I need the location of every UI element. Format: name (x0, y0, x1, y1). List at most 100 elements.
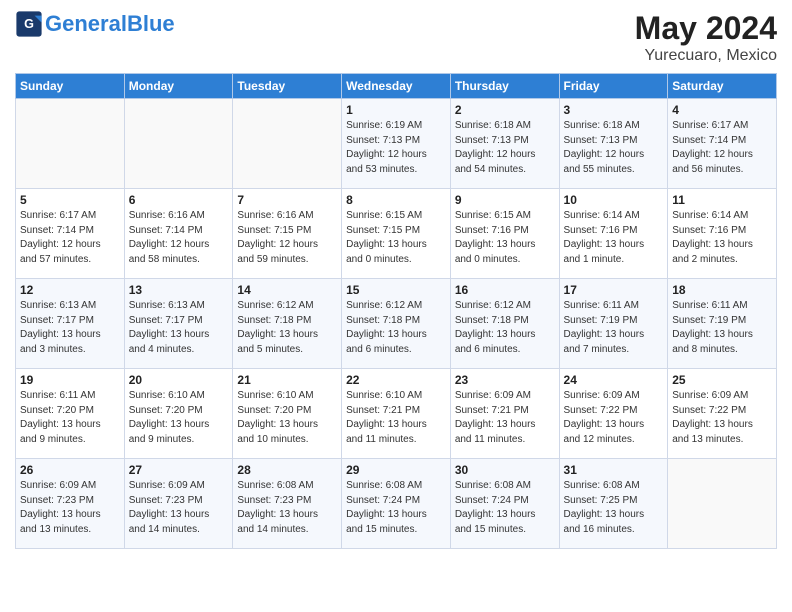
calendar-cell: 19 Sunrise: 6:11 AMSunset: 7:20 PMDayligh… (16, 369, 125, 459)
day-number: 31 (564, 463, 664, 477)
calendar-cell: 2Sunrise: 6:18 AMSunset: 7:13 PMDaylight… (450, 99, 559, 189)
col-tuesday: Tuesday (233, 74, 342, 99)
calendar-cell: 27Sunrise: 6:09 AMSunset: 7:23 PMDayligh… (124, 459, 233, 549)
calendar-cell: 9 Sunrise: 6:15 AMSunset: 7:16 PMDaylight… (450, 189, 559, 279)
calendar-cell: 18 Sunrise: 6:11 AMSunset: 7:19 PMDayligh… (668, 279, 777, 369)
day-number: 15 (346, 283, 446, 297)
day-number: 28 (237, 463, 337, 477)
day-info: Sunrise: 6:13 AMSunset: 7:17 PMDaylight:… (129, 299, 229, 357)
calendar-header: Sunday Monday Tuesday Wednesday Thursday… (16, 74, 777, 99)
day-info: Sunrise: 6:11 AMSunset: 7:20 PMDaylight:… (20, 389, 120, 447)
day-number: 20 (129, 373, 229, 387)
day-number: 11 (672, 193, 772, 207)
day-info: Sunrise: 6:08 AMSunset: 7:23 PMDaylight:… (237, 479, 337, 537)
day-info: Sunrise: 6:16 AMSunset: 7:15 PMDaylight:… (237, 209, 337, 267)
calendar-cell: 20 Sunrise: 6:10 AMSunset: 7:20 PMDayligh… (124, 369, 233, 459)
day-number: 1 (346, 103, 446, 117)
calendar-cell: 26Sunrise: 6:09 AMSunset: 7:23 PMDayligh… (16, 459, 125, 549)
day-number: 16 (455, 283, 555, 297)
col-wednesday: Wednesday (342, 74, 451, 99)
day-number: 23 (455, 373, 555, 387)
day-info: Sunrise: 6:14 AMSunset: 7:16 PMDaylight:… (672, 209, 772, 267)
day-number: 9 (455, 193, 555, 207)
month-year-title: May 2024 (635, 10, 777, 47)
day-info: Sunrise: 6:11 AMSunset: 7:19 PMDaylight:… (564, 299, 664, 357)
day-info: Sunrise: 6:17 AMSunset: 7:14 PMDaylight:… (20, 209, 120, 267)
day-info: Sunrise: 6:09 AMSunset: 7:21 PMDaylight:… (455, 389, 555, 447)
col-saturday: Saturday (668, 74, 777, 99)
calendar-cell: 8 Sunrise: 6:15 AMSunset: 7:15 PMDaylight… (342, 189, 451, 279)
day-number: 22 (346, 373, 446, 387)
calendar-page: G GeneralBlue May 2024 Yurecuaro, Mexico… (0, 0, 792, 564)
calendar-cell: 22 Sunrise: 6:10 AMSunset: 7:21 PMDayligh… (342, 369, 451, 459)
svg-text:G: G (24, 17, 34, 31)
calendar-week-row: 12 Sunrise: 6:13 AMSunset: 7:17 PMDayligh… (16, 279, 777, 369)
calendar-week-row: 1Sunrise: 6:19 AMSunset: 7:13 PMDaylight… (16, 99, 777, 189)
calendar-cell: 10Sunrise: 6:14 AMSunset: 7:16 PMDayligh… (559, 189, 668, 279)
day-info: Sunrise: 6:10 AMSunset: 7:20 PMDaylight:… (129, 389, 229, 447)
calendar-week-row: 5 Sunrise: 6:17 AMSunset: 7:14 PMDaylight… (16, 189, 777, 279)
col-thursday: Thursday (450, 74, 559, 99)
calendar-cell: 30Sunrise: 6:08 AMSunset: 7:24 PMDayligh… (450, 459, 559, 549)
calendar-cell: 3 Sunrise: 6:18 AMSunset: 7:13 PMDaylight… (559, 99, 668, 189)
day-info: Sunrise: 6:18 AMSunset: 7:13 PMDaylight:… (564, 119, 664, 177)
day-info: Sunrise: 6:14 AMSunset: 7:16 PMDaylight:… (564, 209, 664, 267)
day-number: 2 (455, 103, 555, 117)
day-number: 12 (20, 283, 120, 297)
calendar-cell: 28 Sunrise: 6:08 AMSunset: 7:23 PMDayligh… (233, 459, 342, 549)
day-number: 13 (129, 283, 229, 297)
day-info: Sunrise: 6:11 AMSunset: 7:19 PMDaylight:… (672, 299, 772, 357)
day-info: Sunrise: 6:10 AMSunset: 7:20 PMDaylight:… (237, 389, 337, 447)
calendar-body: 1Sunrise: 6:19 AMSunset: 7:13 PMDaylight… (16, 99, 777, 549)
calendar-cell: 31 Sunrise: 6:08 AMSunset: 7:25 PMDayligh… (559, 459, 668, 549)
calendar-table: Sunday Monday Tuesday Wednesday Thursday… (15, 73, 777, 549)
day-info: Sunrise: 6:15 AMSunset: 7:16 PMDaylight:… (455, 209, 555, 267)
col-monday: Monday (124, 74, 233, 99)
calendar-cell: 6Sunrise: 6:16 AMSunset: 7:14 PMDaylight… (124, 189, 233, 279)
calendar-cell: 23 Sunrise: 6:09 AMSunset: 7:21 PMDayligh… (450, 369, 559, 459)
day-number: 18 (672, 283, 772, 297)
day-number: 17 (564, 283, 664, 297)
day-number: 21 (237, 373, 337, 387)
logo-general: General (45, 11, 127, 36)
calendar-cell: 7 Sunrise: 6:16 AMSunset: 7:15 PMDaylight… (233, 189, 342, 279)
title-block: May 2024 Yurecuaro, Mexico (635, 10, 777, 65)
calendar-week-row: 19 Sunrise: 6:11 AMSunset: 7:20 PMDayligh… (16, 369, 777, 459)
day-info: Sunrise: 6:12 AMSunset: 7:18 PMDaylight:… (455, 299, 555, 357)
day-info: Sunrise: 6:09 AMSunset: 7:23 PMDaylight:… (20, 479, 120, 537)
calendar-cell: 4Sunrise: 6:17 AMSunset: 7:14 PMDaylight… (668, 99, 777, 189)
day-number: 29 (346, 463, 446, 477)
calendar-cell: 25Sunrise: 6:09 AMSunset: 7:22 PMDayligh… (668, 369, 777, 459)
day-number: 8 (346, 193, 446, 207)
col-sunday: Sunday (16, 74, 125, 99)
calendar-cell: 15Sunrise: 6:12 AMSunset: 7:18 PMDayligh… (342, 279, 451, 369)
day-info: Sunrise: 6:13 AMSunset: 7:17 PMDaylight:… (20, 299, 120, 357)
calendar-cell: 13 Sunrise: 6:13 AMSunset: 7:17 PMDayligh… (124, 279, 233, 369)
calendar-cell: 17 Sunrise: 6:11 AMSunset: 7:19 PMDayligh… (559, 279, 668, 369)
day-info: Sunrise: 6:08 AMSunset: 7:24 PMDaylight:… (346, 479, 446, 537)
day-number: 4 (672, 103, 772, 117)
day-number: 30 (455, 463, 555, 477)
calendar-cell: 24Sunrise: 6:09 AMSunset: 7:22 PMDayligh… (559, 369, 668, 459)
day-info: Sunrise: 6:10 AMSunset: 7:21 PMDaylight:… (346, 389, 446, 447)
day-number: 5 (20, 193, 120, 207)
day-info: Sunrise: 6:08 AMSunset: 7:25 PMDaylight:… (564, 479, 664, 537)
day-info: Sunrise: 6:09 AMSunset: 7:22 PMDaylight:… (564, 389, 664, 447)
day-info: Sunrise: 6:12 AMSunset: 7:18 PMDaylight:… (237, 299, 337, 357)
calendar-week-row: 26Sunrise: 6:09 AMSunset: 7:23 PMDayligh… (16, 459, 777, 549)
day-number: 14 (237, 283, 337, 297)
day-info: Sunrise: 6:15 AMSunset: 7:15 PMDaylight:… (346, 209, 446, 267)
calendar-cell: 14 Sunrise: 6:12 AMSunset: 7:18 PMDayligh… (233, 279, 342, 369)
logo-text: GeneralBlue (45, 12, 175, 36)
location-subtitle: Yurecuaro, Mexico (635, 47, 777, 65)
calendar-cell: 12 Sunrise: 6:13 AMSunset: 7:17 PMDayligh… (16, 279, 125, 369)
calendar-cell: 29 Sunrise: 6:08 AMSunset: 7:24 PMDayligh… (342, 459, 451, 549)
calendar-cell: 1Sunrise: 6:19 AMSunset: 7:13 PMDaylight… (342, 99, 451, 189)
day-number: 7 (237, 193, 337, 207)
day-number: 19 (20, 373, 120, 387)
page-header: G GeneralBlue May 2024 Yurecuaro, Mexico (15, 10, 777, 65)
day-info: Sunrise: 6:09 AMSunset: 7:23 PMDaylight:… (129, 479, 229, 537)
day-number: 3 (564, 103, 664, 117)
calendar-cell: 11 Sunrise: 6:14 AMSunset: 7:16 PMDayligh… (668, 189, 777, 279)
logo-blue: Blue (127, 11, 175, 36)
